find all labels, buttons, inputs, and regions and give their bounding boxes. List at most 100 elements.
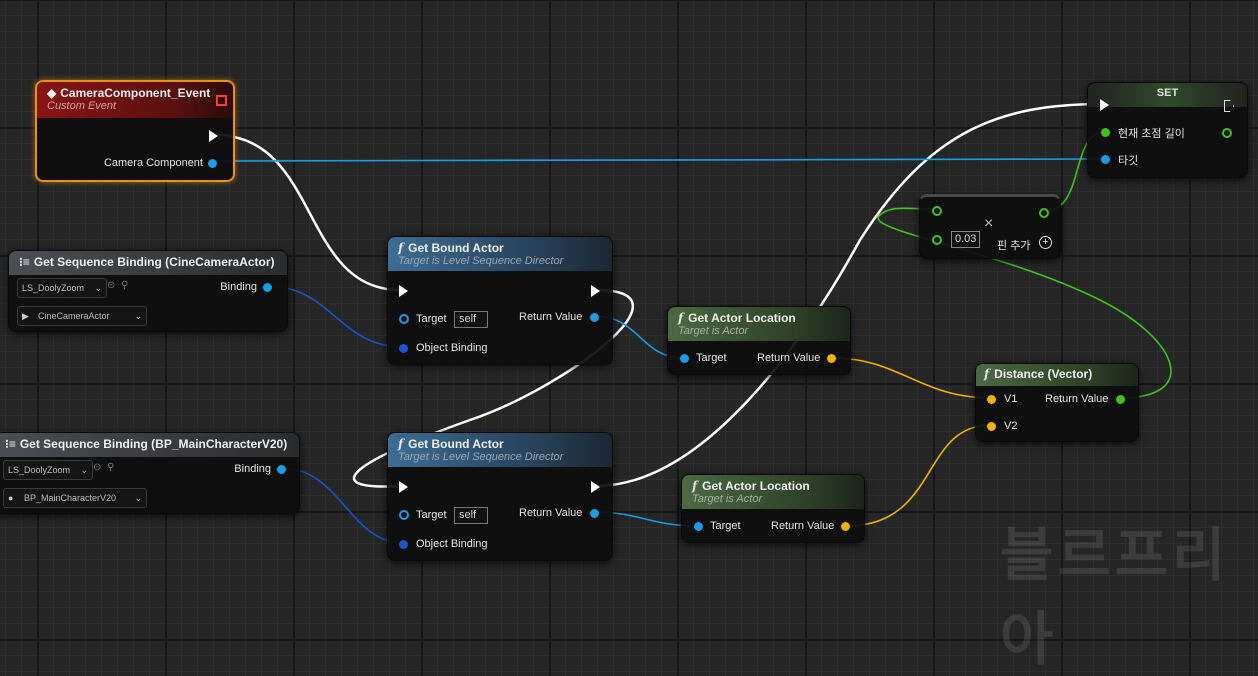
node-subtitle: Target is Actor <box>692 493 763 505</box>
target-label: Target <box>416 313 447 325</box>
function-icon: f <box>984 367 990 381</box>
node-title: Get Actor Location <box>688 311 796 325</box>
add-pin-icon[interactable]: + <box>1039 236 1052 249</box>
delegate-pin-icon[interactable] <box>216 95 227 106</box>
v1-label: V1 <box>1004 393 1018 405</box>
node-subtitle: Target is Actor <box>678 325 749 337</box>
node-title: Get Actor Location <box>702 479 810 493</box>
exec-output-pin[interactable] <box>209 130 218 142</box>
return-value-pin[interactable] <box>841 522 850 531</box>
vector-wire <box>831 357 992 399</box>
return-value-label: Return Value <box>519 311 583 323</box>
distance-vector-node[interactable]: f Distance (Vector) V1 Return Value V2 <box>975 363 1139 442</box>
sequence-value: LS_DoolyZoom <box>8 465 71 475</box>
search-icon[interactable]: ⚲ <box>107 462 114 473</box>
search-icon[interactable]: ⚲ <box>121 280 128 291</box>
target-label: Target <box>416 509 447 521</box>
chevron-down-icon: ⌄ <box>80 465 88 475</box>
chevron-down-icon: ⌄ <box>94 283 102 293</box>
object-binding-label: Object Binding <box>416 538 488 550</box>
binding-icon: ⁝≡ <box>19 255 30 269</box>
sequence-binding-node-2[interactable]: ⁝≡ Get Sequence Binding (BP_MainCharacter… <box>0 432 300 514</box>
reset-icon[interactable]: ⊝ <box>107 280 115 291</box>
add-pin-label[interactable]: 핀 추가 <box>997 237 1030 253</box>
target-pin[interactable] <box>680 354 689 363</box>
binding-icon: ⁝≡ <box>5 437 16 451</box>
event-title: CameraComponent_Event <box>60 86 211 100</box>
vector-wire <box>845 424 992 527</box>
binding-title: Get Sequence Binding (BP_MainCharacterV2… <box>19 437 288 451</box>
exec-output-pin[interactable] <box>591 285 600 297</box>
reset-icon[interactable]: ⊝ <box>93 462 101 473</box>
binding-output-pin[interactable] <box>263 283 272 292</box>
node-title: Get Bound Actor <box>408 437 504 451</box>
exec-input-pin[interactable] <box>1100 99 1109 111</box>
actor-dropdown[interactable]: ▶ CineCameraActor ⌄ <box>17 306 147 326</box>
return-value-pin[interactable] <box>827 354 836 363</box>
multiply-node[interactable]: × 0.03 핀 추가 + <box>919 194 1061 259</box>
actor-value: BP_MainCharacterV20 <box>24 493 117 503</box>
binding-output-pin[interactable] <box>277 465 286 474</box>
object-binding-pin[interactable] <box>399 344 408 353</box>
sequence-dropdown[interactable]: LS_DoolyZoom ⌄ <box>17 278 107 298</box>
exec-input-pin[interactable] <box>399 285 408 297</box>
chevron-down-icon: ⌄ <box>134 311 142 321</box>
exec-input-pin[interactable] <box>399 481 408 493</box>
output-pin[interactable] <box>1039 208 1049 218</box>
function-icon: f <box>398 437 404 451</box>
return-value-label: Return Value <box>1045 393 1109 405</box>
node-subtitle: Target is Level Sequence Director <box>398 451 564 463</box>
target-pin[interactable] <box>1101 155 1110 164</box>
get-bound-actor-node-2[interactable]: f Get Bound Actor Target is Level Sequenc… <box>387 432 613 561</box>
return-value-label: Return Value <box>519 507 583 519</box>
camera-component-event-node[interactable]: ◆ CameraComponent_Event Custom Event Came… <box>35 80 235 182</box>
focal-length-output-pin[interactable] <box>1222 128 1232 138</box>
event-diamond-icon: ◆ <box>47 86 57 100</box>
get-actor-location-node-2[interactable]: f Get Actor Location Target is Actor Targ… <box>681 474 865 543</box>
sequence-value: LS_DoolyZoom <box>22 283 85 293</box>
function-icon: f <box>398 241 404 255</box>
set-node[interactable]: SET 현재 초점 길이 타깃 <box>1087 82 1248 178</box>
v1-pin[interactable] <box>987 395 996 404</box>
set-title: SET <box>1156 87 1179 99</box>
target-label: Target <box>696 352 727 364</box>
target-pin[interactable] <box>399 510 409 520</box>
camera-icon: ▶ <box>22 311 29 321</box>
camera-component-label: Camera Component <box>103 157 203 169</box>
input-b-pin[interactable] <box>932 235 942 245</box>
object-binding-pin[interactable] <box>399 540 408 549</box>
target-pin[interactable] <box>694 522 703 531</box>
target-pin[interactable] <box>399 314 409 324</box>
node-subtitle: Target is Level Sequence Director <box>398 255 564 267</box>
actor-value: CineCameraActor <box>38 311 110 321</box>
character-icon: ● <box>8 493 14 503</box>
binding-wire <box>281 467 404 544</box>
multiplier-field[interactable]: 0.03 <box>951 231 981 248</box>
self-field[interactable]: self <box>454 507 488 524</box>
v2-label: V2 <box>1004 420 1018 432</box>
sequence-binding-node-1[interactable]: ⁝≡ Get Sequence Binding (CineCameraActor)… <box>8 250 288 332</box>
return-value-label: Return Value <box>771 520 835 532</box>
multiply-icon: × <box>984 215 994 232</box>
actor-dropdown[interactable]: ● BP_MainCharacterV20 ⌄ <box>3 488 147 508</box>
input-a-pin[interactable] <box>932 206 942 216</box>
return-value-pin[interactable] <box>590 313 599 322</box>
camera-component-pin[interactable] <box>208 159 217 168</box>
binding-wire <box>267 285 404 348</box>
return-value-pin[interactable] <box>1116 395 1125 404</box>
event-subtitle: Custom Event <box>47 100 117 112</box>
sequence-dropdown[interactable]: LS_DoolyZoom ⌄ <box>3 460 93 480</box>
binding-label: Binding <box>220 281 257 293</box>
v2-pin[interactable] <box>987 422 996 431</box>
target-label: 타깃 <box>1118 155 1139 167</box>
watermark: 블르프리아 <box>1000 521 1230 673</box>
self-field[interactable]: self <box>454 311 488 328</box>
binding-title: Get Sequence Binding (CineCameraActor) <box>33 255 275 269</box>
get-bound-actor-node-1[interactable]: f Get Bound Actor Target is Level Sequenc… <box>387 236 613 365</box>
exec-output-pin[interactable] <box>591 481 600 493</box>
node-title: Distance (Vector) <box>994 367 1093 381</box>
binding-label: Binding <box>234 463 271 475</box>
focal-length-pin[interactable] <box>1101 128 1110 137</box>
get-actor-location-node-1[interactable]: f Get Actor Location Target is Actor Targ… <box>667 306 851 375</box>
return-value-pin[interactable] <box>590 509 599 518</box>
